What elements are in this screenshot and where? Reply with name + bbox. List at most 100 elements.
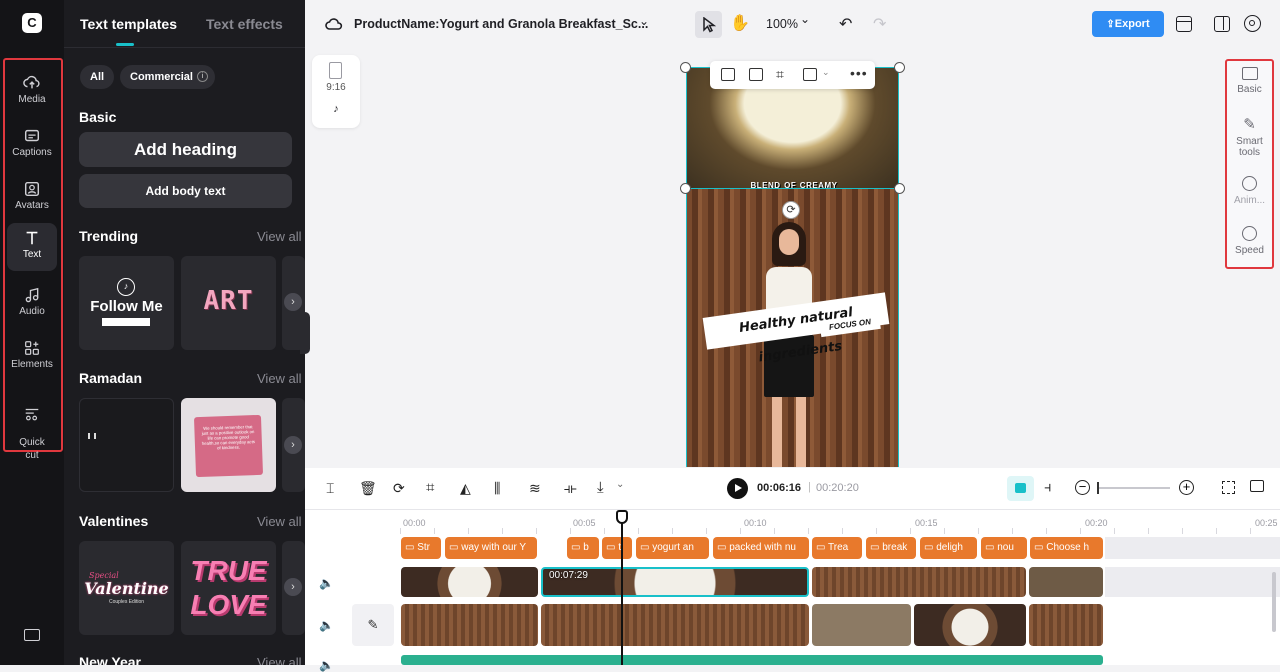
trim-icon[interactable]: ⟛ bbox=[564, 480, 577, 497]
text-clip[interactable]: ▭ break bbox=[866, 537, 916, 559]
view-all-ramadan[interactable]: View all bbox=[257, 371, 302, 386]
speed-adjust-icon[interactable]: ≋ bbox=[529, 480, 541, 497]
split-icon[interactable]: ⌶ bbox=[326, 480, 334, 497]
video-clip[interactable] bbox=[1029, 604, 1103, 646]
zoom-slider[interactable] bbox=[1097, 487, 1170, 489]
text-clip[interactable]: ▭ t bbox=[602, 537, 632, 559]
text-clip[interactable]: ▭ packed with nu bbox=[713, 537, 809, 559]
redo-icon[interactable]: ↷ bbox=[873, 14, 886, 34]
text-clip[interactable]: ▭ Str bbox=[401, 537, 441, 559]
video-clip[interactable] bbox=[541, 604, 809, 646]
select-tool-button[interactable] bbox=[695, 11, 722, 38]
text-clip[interactable]: ▭ b bbox=[567, 537, 599, 559]
freeze-icon[interactable]: ⫼ bbox=[494, 480, 500, 497]
video-clip[interactable] bbox=[812, 604, 911, 646]
add-body-text-button[interactable]: Add body text bbox=[79, 174, 292, 208]
download-icon[interactable]: ⤓ bbox=[597, 479, 604, 496]
layer-icon[interactable] bbox=[803, 68, 817, 81]
text-clip[interactable]: ▭ Trea bbox=[812, 537, 862, 559]
resize-handle[interactable] bbox=[894, 62, 905, 73]
edit-cover-button[interactable]: ✎ bbox=[352, 604, 394, 646]
fit-icon[interactable] bbox=[749, 68, 763, 81]
hand-tool-icon[interactable]: ✋ bbox=[730, 13, 750, 33]
magnet-button[interactable] bbox=[1007, 476, 1034, 501]
video-clip[interactable] bbox=[914, 604, 1026, 646]
video-clip[interactable] bbox=[812, 567, 1026, 597]
template-card-true-love[interactable]: TRUE LOVE bbox=[181, 541, 276, 635]
text-clip[interactable]: ▭ yogurt an bbox=[636, 537, 709, 559]
comment-icon[interactable] bbox=[1250, 480, 1264, 492]
rail-item-captions[interactable]: Captions bbox=[7, 121, 57, 169]
resize-handle[interactable] bbox=[680, 62, 691, 73]
crop-icon[interactable]: ⌗ bbox=[776, 66, 784, 83]
tool-basic[interactable]: Basic bbox=[1227, 67, 1272, 95]
tool-smart-tools[interactable]: ✎ Smart tools bbox=[1227, 116, 1272, 158]
play-button[interactable] bbox=[727, 478, 748, 499]
video-clip[interactable] bbox=[401, 604, 538, 646]
replay-icon[interactable]: ⟳ bbox=[393, 480, 405, 497]
rail-item-elements[interactable]: Elements bbox=[7, 333, 57, 381]
speaker-icon[interactable]: 🔈 bbox=[319, 618, 334, 632]
split-view-icon[interactable]: ⫞ bbox=[1044, 479, 1052, 496]
tool-speed[interactable]: Speed bbox=[1227, 226, 1272, 256]
playhead-handle[interactable] bbox=[616, 510, 628, 524]
text-clip[interactable]: ▭ way with our Y bbox=[445, 537, 537, 559]
view-all-new-year[interactable]: View all bbox=[257, 655, 302, 665]
tab-text-templates[interactable]: Text templates bbox=[80, 16, 177, 32]
speaker-icon[interactable]: 🔈 bbox=[319, 658, 334, 672]
audio-clip[interactable] bbox=[401, 655, 1103, 665]
aspect-ratio-card[interactable]: 9:16 ♪ bbox=[312, 55, 360, 128]
chevron-right-icon[interactable]: › bbox=[284, 293, 302, 311]
template-card-valentine[interactable]: Special Valentine Couples Edition bbox=[79, 541, 174, 635]
zoom-level[interactable]: 100% bbox=[766, 17, 798, 31]
speaker-icon[interactable]: 🔈 bbox=[319, 576, 334, 590]
filter-all[interactable]: All bbox=[80, 65, 115, 89]
template-card-ramadan-2[interactable]: We should remember that just as a positi… bbox=[181, 398, 276, 492]
rail-item-audio[interactable]: Audio bbox=[7, 280, 57, 328]
panel-collapse-handle[interactable] bbox=[300, 312, 310, 354]
rail-item-media[interactable]: Media bbox=[7, 68, 57, 116]
view-all-trending[interactable]: View all bbox=[257, 229, 302, 244]
app-logo[interactable]: C bbox=[22, 13, 42, 33]
tool-animation[interactable]: Anim... bbox=[1227, 176, 1272, 206]
template-card-ramadan-1[interactable] bbox=[79, 398, 174, 492]
stack-icon[interactable] bbox=[1176, 16, 1192, 32]
view-all-valentines[interactable]: View all bbox=[257, 514, 302, 529]
keyboard-icon[interactable] bbox=[24, 629, 40, 641]
vertical-scrollbar[interactable] bbox=[1272, 572, 1276, 632]
video-clip[interactable] bbox=[401, 567, 538, 597]
zoom-out-icon[interactable]: − bbox=[1075, 480, 1090, 495]
rail-item-text[interactable]: Text bbox=[7, 223, 57, 271]
zoom-slider-handle[interactable] bbox=[1097, 482, 1105, 494]
chevron-down-icon[interactable]: ⌄ bbox=[616, 479, 624, 490]
resize-handle[interactable] bbox=[680, 183, 691, 194]
crop-icon[interactable]: ⌗ bbox=[426, 479, 434, 496]
rail-item-avatars[interactable]: Avatars bbox=[7, 174, 57, 222]
settings-icon[interactable] bbox=[1244, 15, 1261, 32]
text-clip[interactable]: ▭ Choose h bbox=[1030, 537, 1103, 559]
resize-handle[interactable] bbox=[894, 183, 905, 194]
chevron-down-icon[interactable]: ⌄ bbox=[800, 12, 810, 26]
chevron-right-icon[interactable]: › bbox=[284, 578, 302, 596]
delete-icon[interactable]: 🗑 bbox=[359, 480, 377, 497]
chevron-down-icon[interactable]: ⌄ bbox=[822, 67, 830, 78]
chevron-down-icon[interactable]: ⌄ bbox=[639, 14, 649, 28]
export-button[interactable]: ⇪Export bbox=[1092, 11, 1164, 37]
chevron-right-icon[interactable]: › bbox=[284, 436, 302, 454]
more-icon[interactable]: ••• bbox=[850, 65, 868, 81]
text-clip[interactable]: ▭ nou bbox=[981, 537, 1027, 559]
project-name[interactable]: ProductName:Yogurt and Granola Breakfast… bbox=[354, 17, 648, 31]
undo-icon[interactable]: ↶ bbox=[839, 14, 852, 34]
layout-panel-icon[interactable] bbox=[1214, 16, 1230, 32]
flip-icon[interactable]: ◭ bbox=[460, 480, 471, 497]
playhead[interactable] bbox=[621, 510, 623, 665]
cloud-sync-icon[interactable] bbox=[325, 16, 343, 32]
video-clip-selected[interactable]: 00:07:29 bbox=[541, 567, 809, 597]
text-clip[interactable]: ▭ deligh bbox=[920, 537, 977, 559]
template-card-follow-me[interactable]: ♪ Follow Me bbox=[79, 256, 174, 350]
video-clip[interactable] bbox=[1029, 567, 1103, 597]
rotate-icon[interactable]: ⟳ bbox=[782, 201, 800, 219]
tab-text-effects[interactable]: Text effects bbox=[206, 16, 283, 32]
add-heading-button[interactable]: Add heading bbox=[79, 132, 292, 167]
rail-item-quick-cut[interactable]: Quick cut bbox=[7, 386, 57, 461]
